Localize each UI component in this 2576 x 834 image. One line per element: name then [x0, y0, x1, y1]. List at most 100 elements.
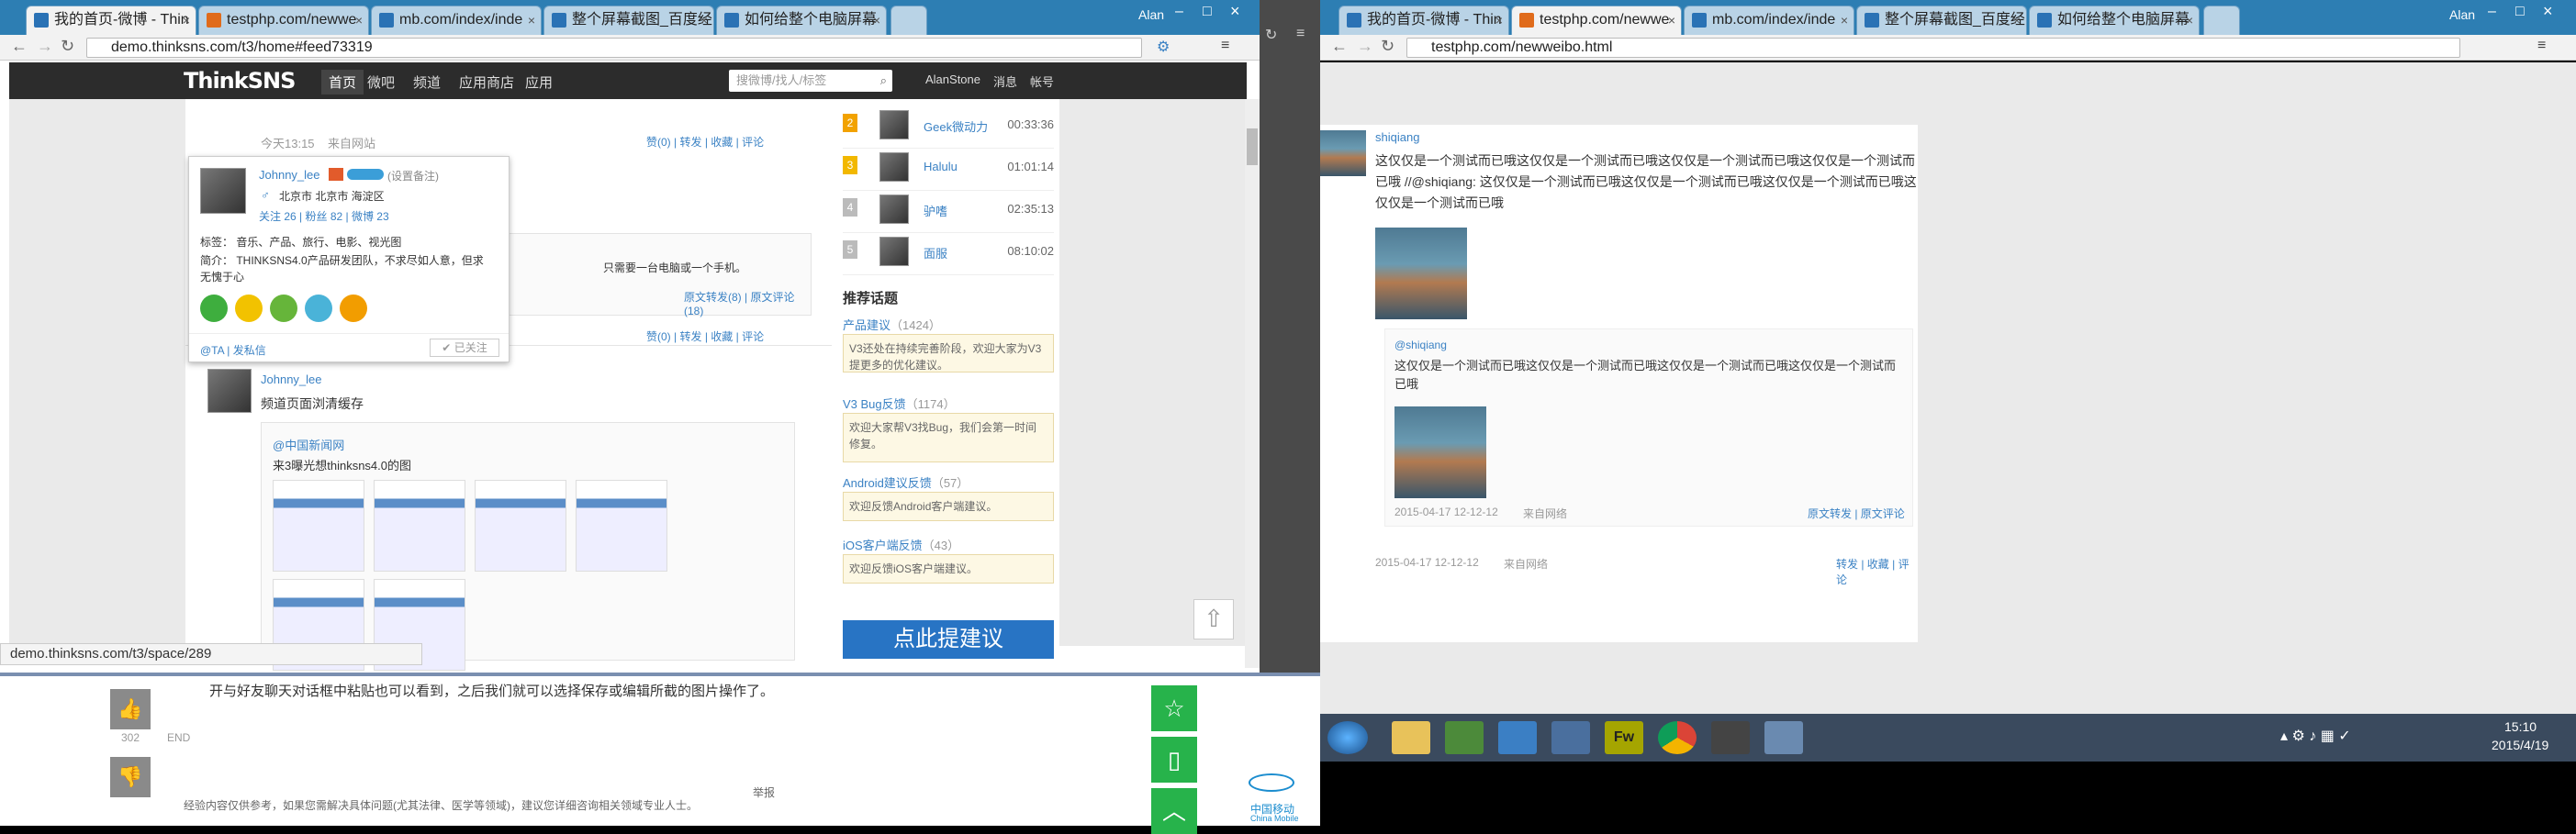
chrome-icon[interactable] — [1658, 721, 1697, 754]
sublime-icon[interactable] — [1711, 721, 1750, 754]
bookmark-icon[interactable]: ▯ — [1151, 737, 1197, 783]
tab-weibo-home[interactable]: 我的首页-微博 - Thin × — [1338, 6, 1509, 35]
repost-actions[interactable]: 原文转发 | 原文评论 — [1808, 506, 1905, 521]
rank-item[interactable]: 2 Geek微动力 00:33:36 — [843, 108, 1054, 149]
tab-mb[interactable]: mb.com/index/inde × — [371, 6, 542, 35]
forward-icon[interactable]: → — [37, 37, 53, 56]
thumbs-up-icon[interactable]: 👍 — [110, 689, 151, 729]
tab-mb[interactable]: mb.com/index/inde × — [1684, 6, 1854, 35]
topic-title[interactable]: Android建议反馈（57） — [843, 473, 969, 491]
messages-link[interactable]: 消息 — [993, 72, 1017, 90]
feed-actions[interactable]: 赞(0) | 转发 | 收藏 | 评论 — [646, 134, 764, 150]
thumbs-down-icon[interactable]: 👎 — [110, 757, 151, 797]
post-image[interactable] — [1375, 228, 1467, 319]
back-icon[interactable]: ← — [11, 37, 28, 56]
avatar[interactable] — [879, 152, 909, 182]
nav-channel[interactable]: 频道 — [413, 72, 441, 92]
mention-message-links[interactable]: @TA | 发私信 — [200, 342, 266, 358]
rank-item[interactable]: 4 驴嗜 02:35:13 — [843, 193, 1054, 233]
rank-item[interactable]: 3 Halulu 01:01:14 — [843, 150, 1054, 191]
close-tab-icon[interactable]: × — [528, 6, 535, 34]
rank-item[interactable]: 5 面服 08:10:02 — [843, 235, 1054, 275]
post-image[interactable] — [273, 480, 364, 572]
tray-icons[interactable]: ▴ ⚙ ♪ ▦ ✓ — [2280, 727, 2351, 745]
scroll-up-icon[interactable]: ︿ — [1151, 788, 1197, 834]
followed-button[interactable]: ✔ 已关注 — [430, 339, 499, 357]
reload-icon[interactable]: ↻ — [61, 37, 74, 56]
post-image[interactable] — [374, 480, 465, 572]
paint-app-icon[interactable] — [1764, 721, 1803, 754]
report-link[interactable]: 举报 — [753, 784, 775, 800]
card-stats[interactable]: 关注 26 | 粉丝 82 | 微博 23 — [259, 208, 389, 224]
close-window-icon[interactable]: × — [1230, 2, 1240, 21]
feed-actions-2[interactable]: 赞(0) | 转发 | 收藏 | 评论 — [646, 328, 764, 344]
network-app-icon[interactable] — [1551, 721, 1590, 754]
scrollbar-thumb[interactable] — [1247, 128, 1258, 165]
nav-app-store[interactable]: 应用商店 — [459, 72, 514, 92]
start-button-icon[interactable] — [1327, 721, 1368, 754]
repost-username[interactable]: @中国新闻网 — [273, 436, 344, 453]
clock-time[interactable]: 15:10 — [2504, 719, 2537, 734]
avatar[interactable] — [879, 195, 909, 224]
tab-testphp[interactable]: testphp.com/newwe × — [1511, 6, 1682, 35]
close-tab-icon[interactable]: × — [183, 6, 190, 34]
minimize-icon[interactable]: – — [2488, 4, 2496, 20]
forward-icon[interactable]: → — [1357, 37, 1373, 56]
reload-icon[interactable]: ↻ — [1381, 37, 1394, 56]
menu-icon[interactable]: ≡ — [1221, 38, 1229, 54]
close-tab-icon[interactable]: × — [355, 6, 363, 34]
tab-baidu-jingyan-1[interactable]: 整个屏幕截图_百度经 × — [543, 6, 714, 35]
nav-apps[interactable]: 应用 — [525, 72, 553, 92]
card-username[interactable]: Johnny_lee — [259, 168, 320, 182]
close-tab-icon[interactable]: × — [1495, 6, 1503, 34]
menu-icon[interactable]: ≡ — [1296, 26, 1305, 42]
thinksns-logo[interactable]: ThinkSNS — [184, 68, 296, 94]
suggest-button[interactable]: 点此提建议 — [843, 620, 1054, 659]
close-tab-icon[interactable]: × — [2186, 6, 2193, 34]
back-icon[interactable]: ← — [1331, 37, 1348, 56]
close-tab-icon[interactable]: × — [1841, 6, 1848, 34]
profile-name[interactable]: Alan — [2449, 7, 2475, 22]
close-tab-icon[interactable]: × — [700, 6, 708, 34]
topic-title[interactable]: 产品建议（1424） — [843, 316, 941, 333]
address-bar[interactable]: testphp.com/newweibo.html — [1406, 38, 2460, 58]
maximize-icon[interactable]: □ — [2515, 4, 2525, 20]
new-tab-button[interactable] — [890, 6, 927, 35]
post-image[interactable] — [475, 480, 566, 572]
evernote-icon[interactable] — [1445, 721, 1484, 754]
repost-actions[interactable]: 原文转发(8) | 原文评论(18) — [684, 289, 811, 317]
fireworks-icon[interactable]: Fw — [1605, 721, 1643, 754]
avatar[interactable] — [879, 237, 909, 266]
post-username[interactable]: shiqiang — [1375, 130, 1419, 144]
post-image[interactable] — [576, 480, 667, 572]
close-window-icon[interactable]: × — [2543, 2, 2553, 21]
close-tab-icon[interactable]: × — [873, 6, 880, 34]
set-remark-link[interactable]: (设置备注) — [387, 168, 439, 183]
close-tab-icon[interactable]: × — [1668, 6, 1675, 34]
window-app-icon[interactable] — [1498, 721, 1537, 754]
maximize-icon[interactable]: □ — [1203, 4, 1212, 20]
tab-testphp[interactable]: testphp.com/newwe × — [198, 6, 369, 35]
search-input[interactable]: 搜微博/找人/标签 ⌕ — [729, 70, 892, 92]
tab-baidu-jingyan-1[interactable]: 整个屏幕截图_百度经 × — [1856, 6, 2027, 35]
favorite-star-icon[interactable]: ☆ — [1151, 685, 1197, 731]
post-actions[interactable]: 转发 | 收藏 | 评论 — [1836, 556, 1918, 587]
tab-weibo-home[interactable]: 我的首页-微博 - Thin × — [26, 6, 196, 35]
topic-title[interactable]: iOS客户端反馈（43） — [843, 536, 959, 553]
search-icon[interactable]: ⌕ — [880, 70, 887, 92]
new-tab-button[interactable] — [2203, 6, 2240, 35]
reload-icon[interactable]: ↻ — [1265, 26, 1277, 44]
back-to-top-icon[interactable]: ⇧ — [1193, 599, 1234, 639]
repost-username[interactable]: @shiqiang — [1394, 339, 1447, 351]
tab-baidu-jingyan-2[interactable]: 如何给整个电脑屏幕 × — [716, 6, 887, 35]
post-username[interactable]: Johnny_lee — [261, 373, 322, 386]
avatar[interactable] — [879, 110, 909, 139]
repost-image[interactable] — [1394, 406, 1486, 498]
card-avatar[interactable] — [200, 168, 246, 214]
menu-icon[interactable]: ≡ — [2537, 38, 2546, 54]
nav-home[interactable]: 首页 — [321, 70, 364, 95]
avatar[interactable] — [1320, 130, 1366, 176]
tab-baidu-jingyan-2[interactable]: 如何给整个电脑屏幕 × — [2029, 6, 2200, 35]
nav-weiba[interactable]: 微吧 — [367, 72, 395, 92]
topic-title[interactable]: V3 Bug反馈（1174） — [843, 395, 956, 412]
